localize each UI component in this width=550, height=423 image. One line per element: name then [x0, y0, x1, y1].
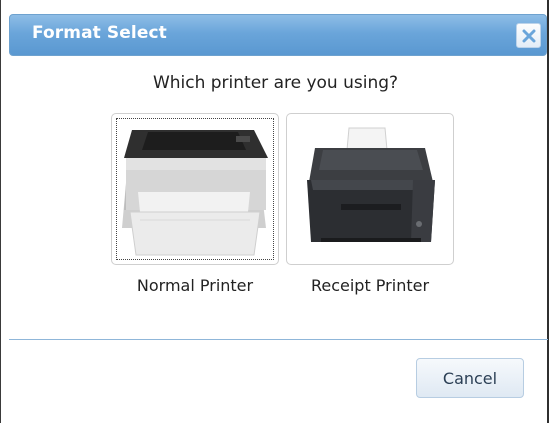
receipt-printer-icon: [307, 127, 435, 242]
normal-printer-label: Normal Printer: [136, 276, 254, 295]
option-focus-ring: [116, 118, 274, 260]
close-icon: [522, 29, 536, 43]
receipt-printer-label: Receipt Printer: [310, 276, 430, 295]
close-button[interactable]: [516, 23, 541, 48]
normal-printer-option[interactable]: [111, 113, 279, 265]
format-select-dialog: Format Select Which printer are you usin…: [0, 0, 549, 423]
receipt-printer-option[interactable]: [286, 113, 454, 265]
dialog-titlebar: Format Select: [9, 14, 547, 56]
dialog-title: Format Select: [32, 23, 167, 43]
cancel-button[interactable]: Cancel: [416, 358, 524, 398]
footer-divider: [9, 339, 548, 340]
printer-question: Which printer are you using?: [152, 73, 399, 93]
